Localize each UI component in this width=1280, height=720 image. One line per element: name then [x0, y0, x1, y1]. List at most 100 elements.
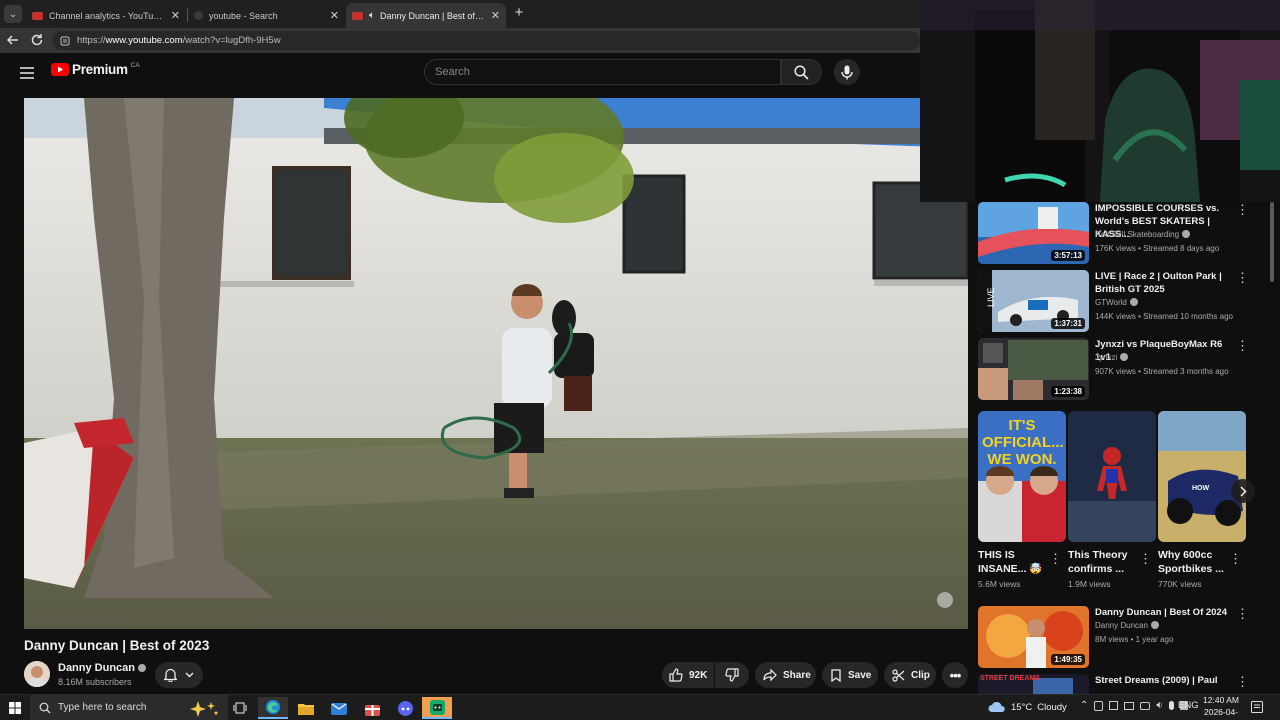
video-meta: 176K views • Streamed 8 days ago: [1095, 244, 1220, 253]
taskbar-active-app-button[interactable]: [422, 697, 452, 719]
streaming-app-icon: [429, 699, 445, 715]
url-path: /watch?v=lugDfh-9H5w: [182, 35, 281, 46]
thumbs-down-icon: [725, 668, 739, 682]
short-title: Why 600cc Sportbikes ...: [1158, 549, 1224, 575]
clock-date: 2026-04-01: [1203, 707, 1239, 720]
more-actions-button[interactable]: •••: [942, 662, 968, 688]
youtube-favicon-icon: [352, 11, 363, 20]
recommended-video[interactable]: 1:49:35 Danny Duncan | Best Of 2024 Dann…: [978, 606, 1268, 668]
clock-time: 12:40 AM: [1203, 695, 1239, 705]
search-icon: [794, 64, 809, 80]
volume-icon[interactable]: 🔉︎: [1156, 700, 1162, 711]
new-tab-button[interactable]: +: [510, 4, 528, 22]
short-thumbnail[interactable]: IT'S OFFICIAL... WE WON.: [978, 411, 1066, 542]
video-thumbnail[interactable]: STREET DREAMS: [978, 674, 1089, 694]
tab-danny-duncan[interactable]: 🔈︎ Danny Duncan | Best of 2023 ✕: [346, 3, 506, 28]
chevron-up-icon[interactable]: ⌃: [1080, 700, 1088, 711]
sidebar-scrollbar[interactable]: [1270, 202, 1274, 282]
share-button[interactable]: Share: [755, 662, 816, 688]
arrow-left-icon: [6, 35, 18, 45]
video-thumbnail[interactable]: 1:23:38: [978, 338, 1089, 400]
input-language[interactable]: ENG: [1178, 700, 1199, 711]
microphone-icon[interactable]: [1168, 701, 1174, 710]
recommended-video[interactable]: STREET DREAMS Street Dreams (2009) | Pau…: [978, 674, 1268, 694]
task-view-button[interactable]: [225, 697, 255, 719]
more-vertical-icon[interactable]: ⋮: [1229, 551, 1242, 567]
hamburger-menu-button[interactable]: [20, 66, 34, 79]
video-thumbnail[interactable]: LIVE 1:37:31: [978, 270, 1089, 332]
short-thumbnail[interactable]: HOW: [1158, 411, 1246, 542]
speaker-icon[interactable]: 🔈︎: [369, 10, 375, 21]
more-vertical-icon[interactable]: ⋮: [1236, 674, 1249, 690]
video-player[interactable]: [24, 98, 968, 629]
reload-button[interactable]: [29, 32, 45, 48]
short-views: 5.6M views: [978, 579, 1021, 589]
close-icon[interactable]: ✕: [491, 9, 500, 22]
taskbar-app-button[interactable]: [357, 697, 387, 719]
site-info-icon[interactable]: [60, 36, 70, 46]
search-input[interactable]: Search: [424, 59, 781, 85]
more-vertical-icon[interactable]: ⋮: [1236, 202, 1249, 218]
short-thumbnail[interactable]: [1068, 411, 1156, 542]
short-item[interactable]: HOW Why 600cc Sportbikes ... 770K views …: [1158, 411, 1246, 589]
taskbar-search-input[interactable]: Type here to search: [30, 695, 228, 720]
recommended-video[interactable]: 1:23:38 Jynxzi vs PlaqueBoyMax R6 1v1 Jy…: [978, 338, 1268, 400]
channel-name[interactable]: Danny Duncan: [58, 662, 147, 674]
recommended-video[interactable]: 3:57:13 IMPOSSIBLE COURSES vs. World's B…: [978, 202, 1268, 264]
display-icon[interactable]: [1124, 701, 1135, 710]
back-button[interactable]: [5, 32, 21, 48]
youtube-logo[interactable]: Premium CA: [51, 62, 140, 77]
tab-youtube-search[interactable]: youtube - Search ✕: [188, 3, 345, 28]
more-vertical-icon[interactable]: ⋮: [1236, 606, 1249, 622]
video-thumbnail[interactable]: 3:57:13: [978, 202, 1089, 264]
video-thumbnail[interactable]: 1:49:35: [978, 606, 1089, 668]
more-horizontal-icon: •••: [949, 667, 962, 683]
dislike-button[interactable]: [715, 662, 749, 688]
short-item[interactable]: This Theory confirms ... 1.9M views ⋮: [1068, 411, 1156, 589]
weather-widget[interactable]: 15°C Cloudy: [988, 697, 1067, 717]
more-vertical-icon[interactable]: ⋮: [1236, 270, 1249, 286]
video-meta: 144K views • Streamed 10 months ago: [1095, 312, 1233, 321]
close-icon[interactable]: ✕: [330, 9, 339, 22]
taskbar-file-explorer-button[interactable]: [291, 697, 321, 719]
taskbar-search-placeholder: Type here to search: [58, 702, 147, 713]
tab-list-button[interactable]: ⌄: [4, 5, 22, 23]
windows-logo-icon: [9, 701, 21, 714]
subscription-notifications-button[interactable]: [155, 662, 203, 688]
taskbar-edge-button[interactable]: [258, 697, 288, 719]
voice-search-button[interactable]: [834, 59, 860, 85]
close-icon[interactable]: ✕: [171, 9, 180, 22]
search-button[interactable]: [781, 59, 822, 85]
like-button[interactable]: 92K: [662, 662, 714, 688]
video-title: Street Dreams (2009) | Paul: [1095, 675, 1218, 686]
recommended-video[interactable]: LIVE 1:37:31 LIVE | Race 2 | Oulton Park…: [978, 270, 1268, 332]
tray-icons: ⌃ 🔉︎: [1080, 700, 1188, 711]
app-tray-icon[interactable]: [1094, 700, 1104, 711]
bell-icon: [164, 668, 177, 682]
thumbnail-image: [1068, 411, 1156, 542]
shorts-next-button[interactable]: [1231, 479, 1255, 503]
channel-avatar[interactable]: [24, 661, 50, 687]
taskbar-mail-button[interactable]: [324, 697, 354, 719]
notifications-button[interactable]: [1251, 700, 1265, 714]
start-button[interactable]: [0, 695, 30, 720]
task-view-icon: [233, 702, 247, 714]
save-button[interactable]: Save: [822, 662, 878, 688]
url-prefix: https://: [77, 35, 106, 46]
onedrive-icon[interactable]: [1140, 701, 1151, 710]
network-icon[interactable]: [1109, 701, 1119, 710]
clip-button[interactable]: Clip: [884, 662, 936, 688]
verified-icon: [1182, 230, 1191, 238]
thumbnail-overlay-text: STREET DREAMS: [980, 675, 1040, 682]
more-vertical-icon[interactable]: ⋮: [1236, 338, 1249, 354]
url-field[interactable]: https://www.youtube.com/watch?v=lugDfh-9…: [52, 31, 920, 50]
more-vertical-icon[interactable]: ⋮: [1139, 551, 1152, 567]
short-item[interactable]: IT'S OFFICIAL... WE WON. THIS IS INSANE.…: [978, 411, 1066, 589]
taskbar-discord-button[interactable]: [390, 697, 420, 719]
weather-temperature: 15°C: [1011, 701, 1033, 713]
tab-channel-analytics[interactable]: Channel analytics - YouTube Studio ✕: [26, 3, 186, 28]
cloud-icon: [988, 701, 1005, 712]
system-clock[interactable]: 12:40 AM 2026-04-01: [1200, 695, 1242, 720]
more-vertical-icon[interactable]: ⋮: [1049, 551, 1062, 567]
channel-name-text: Danny Duncan: [1095, 621, 1148, 630]
